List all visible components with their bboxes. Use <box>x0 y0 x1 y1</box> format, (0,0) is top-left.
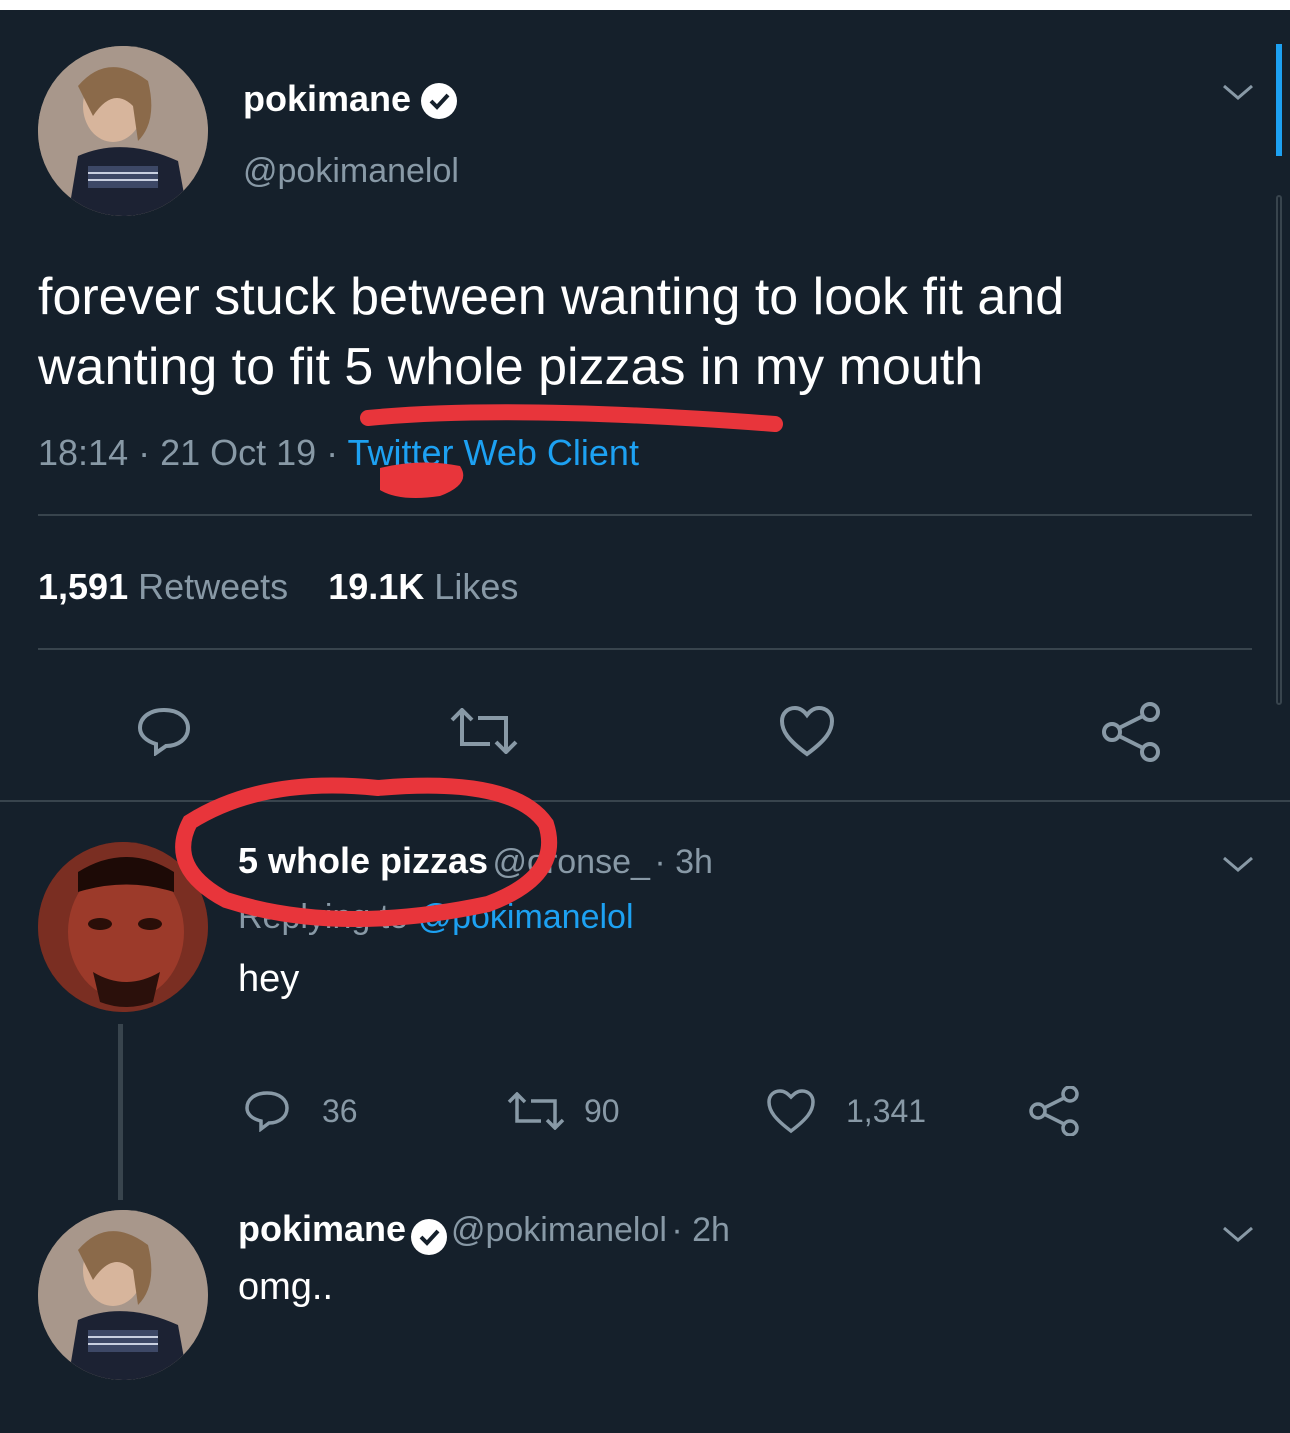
avatar[interactable] <box>38 1210 208 1380</box>
like-action[interactable]: 1,341 <box>766 1088 926 1134</box>
retweet-count: 90 <box>584 1092 620 1129</box>
thread-line <box>118 1024 123 1200</box>
tweet-text-line1: forever stuck between wanting to look fi… <box>38 268 1065 326</box>
tweet-stats: 1,591 Retweets 19.1K Likes <box>38 566 518 608</box>
reply1-author-handle[interactable]: @oronse_ <box>493 843 650 881</box>
scrollbar-track[interactable] <box>1276 195 1282 705</box>
top-band <box>0 0 1290 10</box>
tweet-timestamp: 18:14 · 21 Oct 19 · <box>38 432 339 473</box>
divider <box>38 514 1252 516</box>
tweet-text-line2: wanting to fit 5 whole pizzas in my mout… <box>38 338 984 396</box>
reply2-author-name[interactable]: pokimane <box>238 1208 406 1249</box>
author-name-text[interactable]: pokimane <box>243 78 411 119</box>
reply-icon[interactable] <box>136 706 192 756</box>
replying-to: Replying to @pokimanelol <box>238 898 634 937</box>
chevron-down-icon[interactable] <box>1218 1222 1258 1246</box>
likes-count: 19.1K <box>328 566 425 607</box>
reply2-header: pokimane @pokimanelol · 2h <box>238 1208 730 1255</box>
share-icon[interactable] <box>1100 702 1164 762</box>
reply-action[interactable]: 36 <box>244 1090 358 1132</box>
author-handle[interactable]: @pokimanelol <box>243 152 459 191</box>
tweet-meta: 18:14 · 21 Oct 19 · Twitter Web Client <box>38 432 639 474</box>
likes-label: Likes <box>434 566 519 607</box>
avatar[interactable] <box>38 46 208 216</box>
likes-stat[interactable]: 19.1K Likes <box>328 566 518 607</box>
avatar[interactable] <box>38 842 208 1012</box>
verified-badge-icon <box>421 83 458 120</box>
scrollbar-thumb[interactable] <box>1276 44 1282 156</box>
reply1-author-name[interactable]: 5 whole pizzas <box>238 840 488 881</box>
reply-icon[interactable] <box>244 1090 290 1132</box>
retweet-icon[interactable] <box>506 1092 566 1130</box>
retweet-action[interactable]: 90 <box>506 1092 620 1130</box>
author-name[interactable]: pokimane <box>243 78 458 120</box>
reply2-text: omg.. <box>238 1266 334 1308</box>
like-count: 1,341 <box>846 1092 927 1129</box>
reply-count: 36 <box>322 1092 358 1129</box>
divider <box>38 648 1252 650</box>
share-icon[interactable] <box>1028 1086 1082 1136</box>
reply1-header: 5 whole pizzas @oronse_ · 3h <box>238 840 713 882</box>
like-icon[interactable] <box>766 1088 816 1134</box>
verified-badge-icon <box>410 1218 447 1255</box>
tweet-client-link[interactable]: Twitter Web Client <box>348 432 639 473</box>
retweets-stat[interactable]: 1,591 Retweets <box>38 566 288 607</box>
chevron-down-icon[interactable] <box>1218 80 1258 104</box>
divider <box>0 800 1290 802</box>
retweets-label: Retweets <box>138 566 289 607</box>
retweet-icon[interactable] <box>448 708 520 754</box>
replying-to-label: Replying to <box>238 898 409 936</box>
reply1-text: hey <box>238 958 300 1000</box>
reply2-timestamp[interactable]: · 2h <box>671 1211 730 1249</box>
reply1-timestamp[interactable]: · 3h <box>654 843 713 881</box>
retweets-count: 1,591 <box>38 566 129 607</box>
chevron-down-icon[interactable] <box>1218 852 1258 876</box>
replying-to-handle[interactable]: @pokimanelol <box>418 898 634 936</box>
like-icon[interactable] <box>778 704 836 758</box>
reply2-author-handle[interactable]: @pokimanelol <box>451 1211 667 1249</box>
